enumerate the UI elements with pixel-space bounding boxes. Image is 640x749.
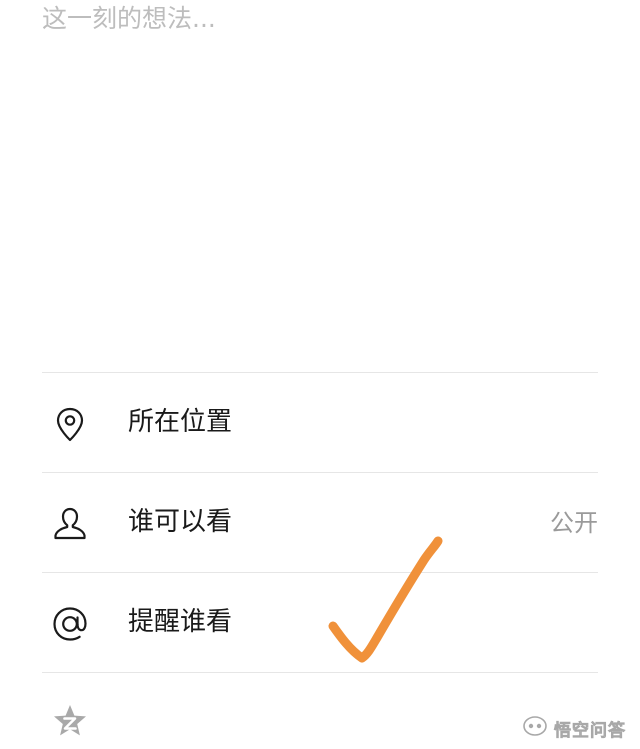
wukong-logo-icon	[522, 715, 548, 741]
option-mention[interactable]: 提醒谁看	[42, 573, 598, 672]
compose-area[interactable]: 这一刻的想法...	[42, 2, 598, 362]
option-visibility[interactable]: 谁可以看 公开	[42, 473, 598, 572]
at-sign-icon	[50, 604, 90, 644]
option-label: 提醒谁看	[128, 607, 233, 637]
person-icon	[50, 504, 90, 544]
options-list: 所在位置 谁可以看 公开 提醒谁看	[42, 372, 598, 673]
star-z-icon[interactable]	[52, 703, 88, 739]
option-label: 所在位置	[128, 407, 233, 437]
compose-placeholder: 这一刻的想法...	[42, 4, 216, 33]
option-label: 谁可以看	[128, 507, 233, 537]
watermark-text: 悟空问答	[554, 720, 626, 741]
watermark: 悟空问答	[522, 715, 626, 741]
option-location[interactable]: 所在位置	[42, 373, 598, 472]
bottom-toolbar	[42, 672, 598, 749]
location-pin-icon	[50, 404, 90, 444]
visibility-value: 公开	[550, 509, 598, 537]
